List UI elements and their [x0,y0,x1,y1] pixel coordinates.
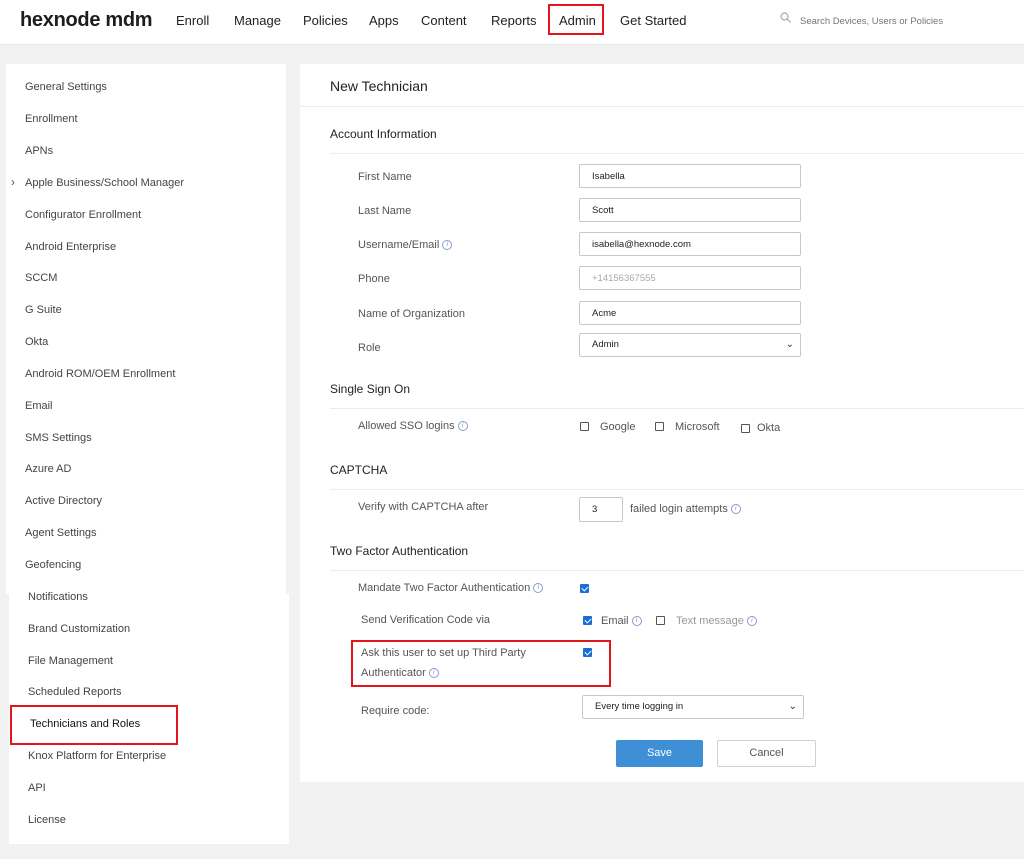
chevron-down-icon: ⌄ [788,701,797,712]
sidebar-item-api[interactable]: API [28,782,46,794]
mandate-2fa-checkbox[interactable] [580,584,589,593]
page-title: New Technician [330,78,428,94]
technicians-highlight-box [10,705,178,745]
nav-reports[interactable]: Reports [491,13,537,28]
sidebar-item-configurator[interactable]: Configurator Enrollment [25,209,141,221]
email-code-label-text: Email [601,615,629,627]
sidebar-item-license[interactable]: License [28,814,66,826]
hexnode-logo[interactable]: hexnode mdm [20,9,153,32]
sidebar [6,64,286,594]
section-single-sign-on: Single Sign On [330,382,411,396]
mandate-2fa-label: Mandate Two Factor Authentication i [358,582,544,594]
third-party-highlight-box [351,640,611,687]
captcha-attempts-field[interactable] [579,497,623,522]
chevron-down-icon: ⌄ [785,339,794,350]
info-icon[interactable]: i [730,504,741,515]
role-select-value: Admin [592,339,619,350]
send-code-label: Send Verification Code via [361,614,491,626]
sidebar-item-android-rom[interactable]: Android ROM/OEM Enrollment [25,368,175,380]
sidebar-item-sms-settings[interactable]: SMS Settings [25,432,92,444]
sidebar-item-okta[interactable]: Okta [25,336,48,348]
require-code-select[interactable]: Every time logging in ⌄ [582,695,804,719]
sidebar-item-active-directory[interactable]: Active Directory [25,495,102,507]
sidebar-item-email[interactable]: Email [25,400,53,412]
section-two-factor-authentication: Two Factor Authentication [330,544,469,558]
email-code-checkbox[interactable] [583,616,592,625]
nav-content[interactable]: Content [421,13,467,28]
google-sso-checkbox[interactable] [580,422,589,431]
info-icon[interactable]: i [457,421,468,432]
text-message-label-text: Text message [676,615,744,627]
cancel-button[interactable]: Cancel [717,740,816,767]
sidebar-item-enrollment[interactable]: Enrollment [25,113,78,125]
sidebar-item-gsuite[interactable]: G Suite [25,304,62,316]
username-email-label-text: Username/Email [358,239,440,251]
nav-apps[interactable]: Apps [369,13,399,28]
section-captcha: CAPTCHA [330,463,388,477]
sidebar-item-general-settings[interactable]: General Settings [25,81,107,93]
info-icon[interactable]: i [746,616,757,627]
nav-get-started[interactable]: Get Started [620,13,686,28]
okta-sso-label[interactable]: Okta [757,422,780,434]
require-code-select-value: Every time logging in [595,701,684,712]
sidebar-item-file-management[interactable]: File Management [28,655,113,667]
admin-highlight-box [548,4,604,35]
first-name-label: First Name [358,171,412,183]
username-email-field[interactable] [579,232,801,256]
phone-label: Phone [358,273,390,285]
nav-enroll[interactable]: Enroll [176,13,209,28]
section-divider [330,489,1024,490]
nav-manage[interactable]: Manage [234,13,281,28]
sidebar-item-sccm[interactable]: SCCM [25,272,57,284]
organization-label: Name of Organization [358,308,465,320]
captcha-suffix-text: failed login attempts [630,503,728,515]
require-code-label: Require code: [361,705,430,717]
sidebar-item-agent-settings[interactable]: Agent Settings [25,527,97,539]
email-code-label[interactable]: Email i [601,615,642,627]
section-divider [330,153,1024,154]
top-navbar: hexnode mdm Enroll Manage Policies Apps … [0,0,1024,45]
sidebar-item-brand-customization[interactable]: Brand Customization [28,623,130,635]
organization-field[interactable] [579,301,801,325]
sidebar-item-apple-business[interactable]: Apple Business/School Manager [25,177,184,189]
google-sso-label[interactable]: Google [600,421,635,433]
captcha-label: Verify with CAPTCHA after [358,501,489,513]
global-search [780,11,1010,31]
microsoft-sso-label[interactable]: Microsoft [675,421,720,433]
last-name-field[interactable] [579,198,801,222]
sidebar-item-apns[interactable]: APNs [25,145,53,157]
info-icon[interactable]: i [442,240,453,251]
okta-sso-checkbox[interactable] [741,424,750,433]
allowed-sso-label-text: Allowed SSO logins [358,420,455,432]
info-icon[interactable]: i [631,616,642,627]
search-input[interactable] [798,11,1002,31]
text-message-checkbox[interactable] [656,616,665,625]
info-icon[interactable]: i [533,583,544,594]
sidebar-item-notifications[interactable]: Notifications [28,591,88,603]
captcha-suffix: failed login attempts i [630,503,741,515]
last-name-label: Last Name [358,205,412,217]
section-divider [330,408,1024,409]
section-account-information: Account Information [330,127,437,141]
role-label: Role [358,342,381,354]
sidebar-item-scheduled-reports[interactable]: Scheduled Reports [28,686,122,698]
sidebar-item-android-enterprise[interactable]: Android Enterprise [25,241,116,253]
first-name-field[interactable] [579,164,801,188]
nav-policies[interactable]: Policies [303,13,348,28]
section-divider [330,570,1024,571]
phone-field[interactable] [579,266,801,290]
microsoft-sso-checkbox[interactable] [655,422,664,431]
sidebar-item-knox[interactable]: Knox Platform for Enterprise [28,750,166,762]
sidebar-item-geofencing[interactable]: Geofencing [25,559,81,571]
mandate-2fa-label-text: Mandate Two Factor Authentication [358,582,531,594]
title-divider [300,106,1024,107]
chevron-right-icon[interactable]: › [11,175,15,189]
search-icon [780,12,791,23]
allowed-sso-label: Allowed SSO logins i [358,420,468,432]
text-message-label[interactable]: Text message i [676,615,757,627]
sidebar-item-azure-ad[interactable]: Azure AD [25,463,71,475]
save-button[interactable]: Save [616,740,703,767]
username-email-label: Username/Email i [358,239,453,251]
role-select[interactable]: Admin ⌄ [579,333,801,357]
